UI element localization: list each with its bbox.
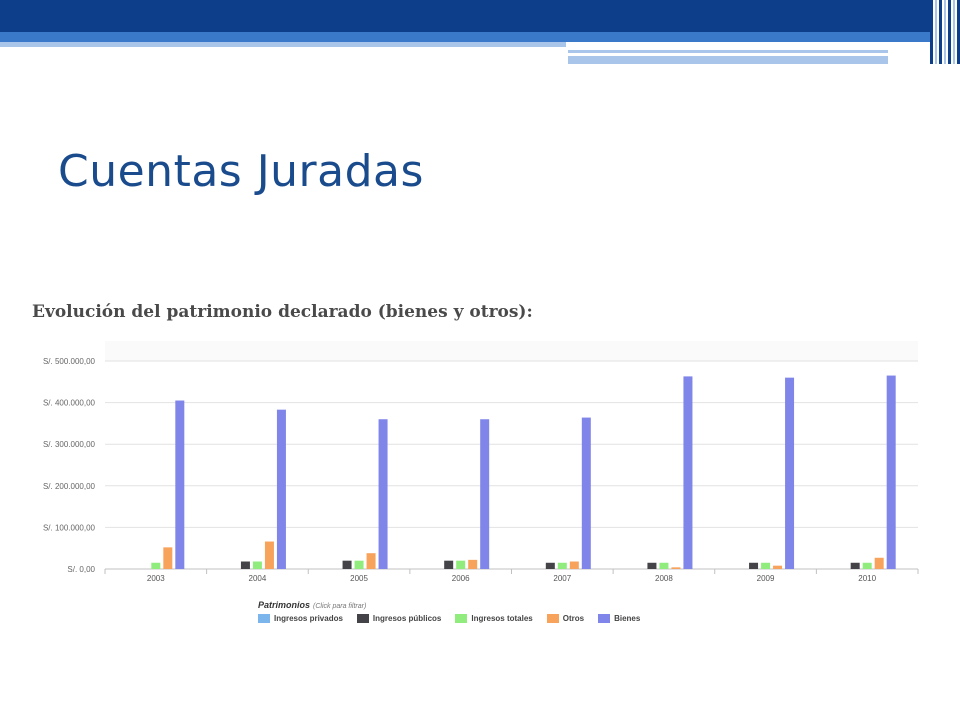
y-tick-label: S/. 300.000,00 [43, 440, 96, 449]
legend-title: Patrimonios [258, 600, 311, 610]
bar-bienes [683, 376, 693, 569]
bar-ingresos-totales [557, 562, 567, 569]
legend-label: Ingresos privados [274, 614, 343, 623]
legend-item[interactable]: Otros [546, 614, 585, 623]
bar-bienes [175, 400, 185, 569]
bar-bienes [886, 375, 896, 569]
legend-title-row: Patrimonios (Click para filtrar) [258, 600, 640, 610]
bar-ingresos-totales [659, 562, 669, 569]
bar-ingresos-totales [456, 560, 466, 569]
legend-swatch [258, 614, 270, 623]
legend-label: Bienes [614, 614, 641, 623]
bar-ingresos-totales [354, 560, 364, 569]
x-tick-label: 2004 [249, 574, 267, 583]
bar-otros [773, 565, 783, 569]
y-tick-label: S/. 400.000,00 [43, 399, 96, 408]
legend-item[interactable]: Ingresos públicos [356, 614, 442, 623]
legend-item[interactable]: Ingresos totales [455, 614, 533, 623]
legend-label: Otros [562, 614, 585, 623]
x-tick-label: 2006 [452, 574, 470, 583]
bar-otros [671, 567, 681, 569]
y-tick-label: S/. 100.000,00 [43, 523, 96, 532]
legend-item[interactable]: Bienes [598, 614, 640, 623]
bar-ingresos-p-blicos [749, 562, 759, 569]
bar-otros [366, 553, 376, 569]
x-tick-label: 2005 [350, 574, 368, 583]
bar-ingresos-p-blicos [545, 562, 555, 569]
legend-swatch [356, 614, 369, 623]
bar-otros [569, 561, 579, 569]
x-tick-label: 2010 [858, 574, 876, 583]
legend-swatch [598, 614, 611, 623]
y-tick-label: S/. 0,00 [67, 565, 95, 574]
y-tick-label: S/. 200.000,00 [43, 482, 96, 491]
legend-label: Ingresos totales [471, 614, 533, 623]
bar-ingresos-p-blicos [850, 562, 860, 569]
bar-otros [264, 541, 274, 569]
legend-item[interactable]: Ingresos privados [258, 614, 343, 623]
legend-hint: (Click para filtrar) [313, 603, 367, 610]
legend-swatch [455, 614, 468, 623]
bar-ingresos-p-blicos [444, 560, 454, 569]
chart-legend: Patrimonios (Click para filtrar) Ingresos… [258, 600, 640, 623]
bar-bienes [581, 417, 591, 569]
x-tick-label: 2008 [655, 574, 673, 583]
bar-bienes [480, 419, 490, 569]
bar-otros [874, 557, 884, 569]
bar-otros [163, 547, 173, 569]
bar-bienes [785, 377, 795, 569]
legend-label: Ingresos públicos [372, 614, 442, 623]
legend-items: Ingresos privados Ingresos públicos Ingres… [258, 614, 640, 623]
x-tick-label: 2003 [147, 574, 165, 583]
bar-ingresos-p-blicos [240, 561, 250, 569]
bar-bienes [378, 419, 388, 569]
bar-ingresos-totales [761, 562, 771, 569]
bar-ingresos-totales [862, 562, 872, 569]
x-tick-label: 2007 [553, 574, 571, 583]
y-tick-label: S/. 500.000,00 [43, 357, 96, 366]
bar-ingresos-p-blicos [342, 560, 352, 569]
x-tick-label: 2009 [757, 574, 775, 583]
bar-bienes [276, 409, 286, 569]
bar-ingresos-p-blicos [647, 562, 657, 569]
bar-otros [468, 559, 478, 569]
plot-top-band [105, 341, 918, 361]
legend-swatch [546, 614, 559, 623]
bar-ingresos-totales [151, 562, 161, 569]
bar-ingresos-totales [252, 561, 262, 569]
